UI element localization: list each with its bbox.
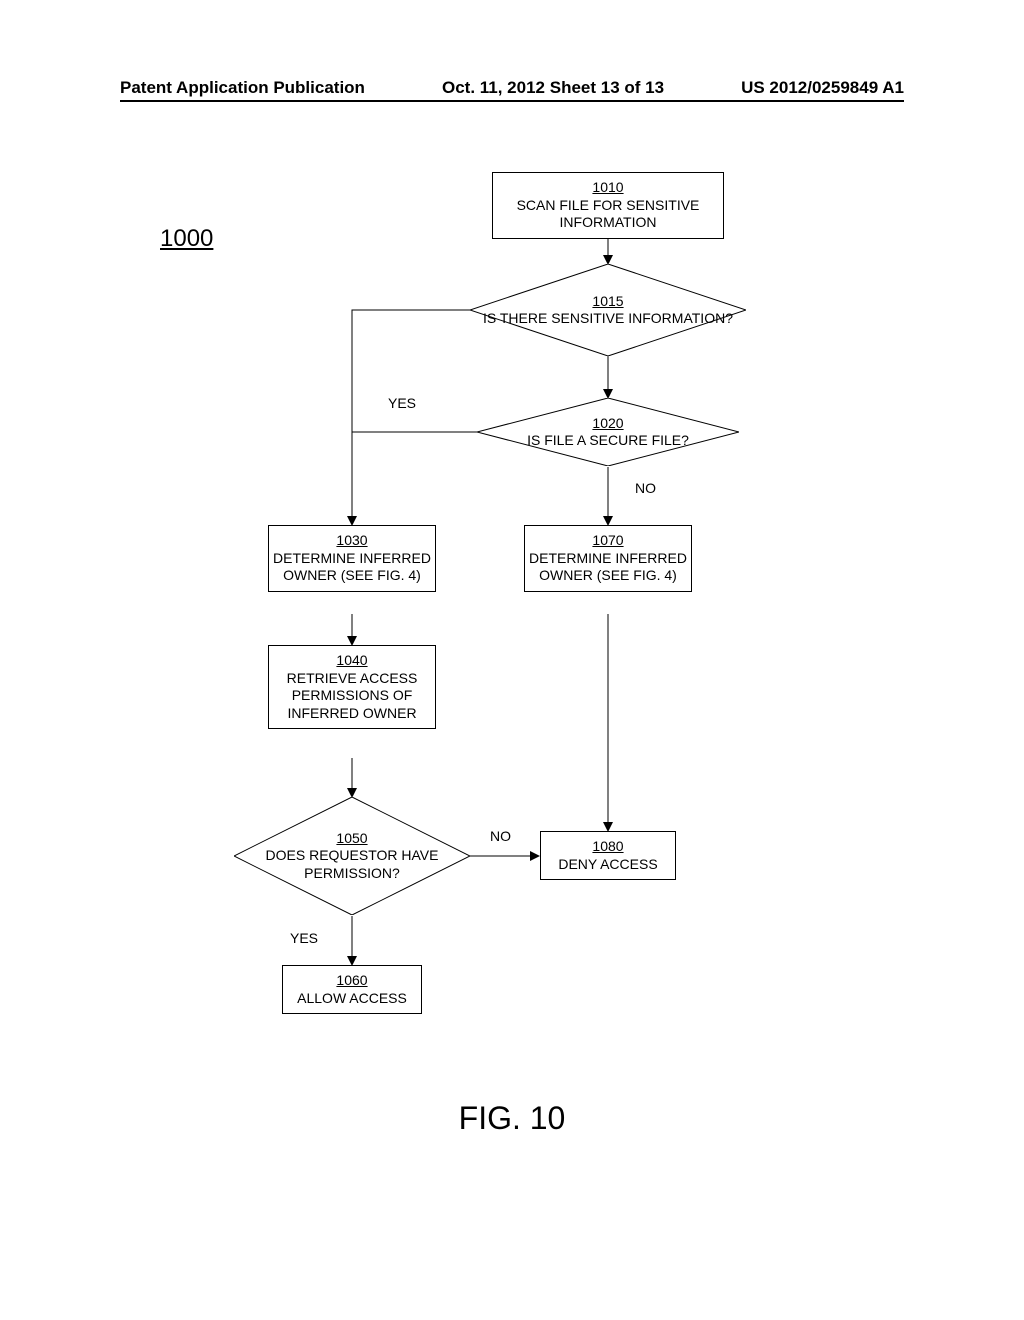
page: Patent Application Publication Oct. 11, … <box>0 0 1024 1320</box>
edge-1020-yes: YES <box>388 395 416 411</box>
node-1040-text: RETRIEVE ACCESS PERMISSIONS OF INFERRED … <box>287 670 418 721</box>
edge-1050-yes: YES <box>290 930 318 946</box>
node-1010-text: SCAN FILE FOR SENSITIVE INFORMATION <box>517 197 700 231</box>
node-1050-ref: 1050 <box>336 830 367 848</box>
node-1015: 1015 IS THERE SENSITIVE INFORMATION? <box>470 264 746 356</box>
node-1070-text: DETERMINE INFERRED OWNER (SEE FIG. 4) <box>529 550 687 584</box>
node-1070: 1070 DETERMINE INFERRED OWNER (SEE FIG. … <box>524 525 692 592</box>
node-1020-text: IS FILE A SECURE FILE? <box>527 432 689 450</box>
node-1080-ref: 1080 <box>592 838 623 854</box>
node-1050: 1050 DOES REQUESTOR HAVE PERMISSION? <box>234 797 470 915</box>
node-1070-ref: 1070 <box>592 532 623 548</box>
figure-title: FIG. 10 <box>0 1100 1024 1137</box>
node-1040: 1040 RETRIEVE ACCESS PERMISSIONS OF INFE… <box>268 645 436 729</box>
node-1020-ref: 1020 <box>592 415 623 433</box>
node-1030: 1030 DETERMINE INFERRED OWNER (SEE FIG. … <box>268 525 436 592</box>
node-1050-text: DOES REQUESTOR HAVE PERMISSION? <box>234 847 470 882</box>
node-1060-text: ALLOW ACCESS <box>297 990 407 1006</box>
node-1060: 1060 ALLOW ACCESS <box>282 965 422 1014</box>
edge-1050-no: NO <box>490 828 511 844</box>
node-1080: 1080 DENY ACCESS <box>540 831 676 880</box>
node-1010-ref: 1010 <box>592 179 623 195</box>
node-1080-text: DENY ACCESS <box>558 856 657 872</box>
node-1010: 1010 SCAN FILE FOR SENSITIVE INFORMATION <box>492 172 724 239</box>
node-1040-ref: 1040 <box>336 652 367 668</box>
node-1015-text: IS THERE SENSITIVE INFORMATION? <box>483 310 733 328</box>
figure-number-label: 1000 <box>160 225 213 253</box>
node-1020: 1020 IS FILE A SECURE FILE? <box>477 398 739 466</box>
node-1060-ref: 1060 <box>336 972 367 988</box>
node-1030-ref: 1030 <box>336 532 367 548</box>
node-1030-text: DETERMINE INFERRED OWNER (SEE FIG. 4) <box>273 550 431 584</box>
edge-1020-no: NO <box>635 480 656 496</box>
node-1015-ref: 1015 <box>592 293 623 311</box>
